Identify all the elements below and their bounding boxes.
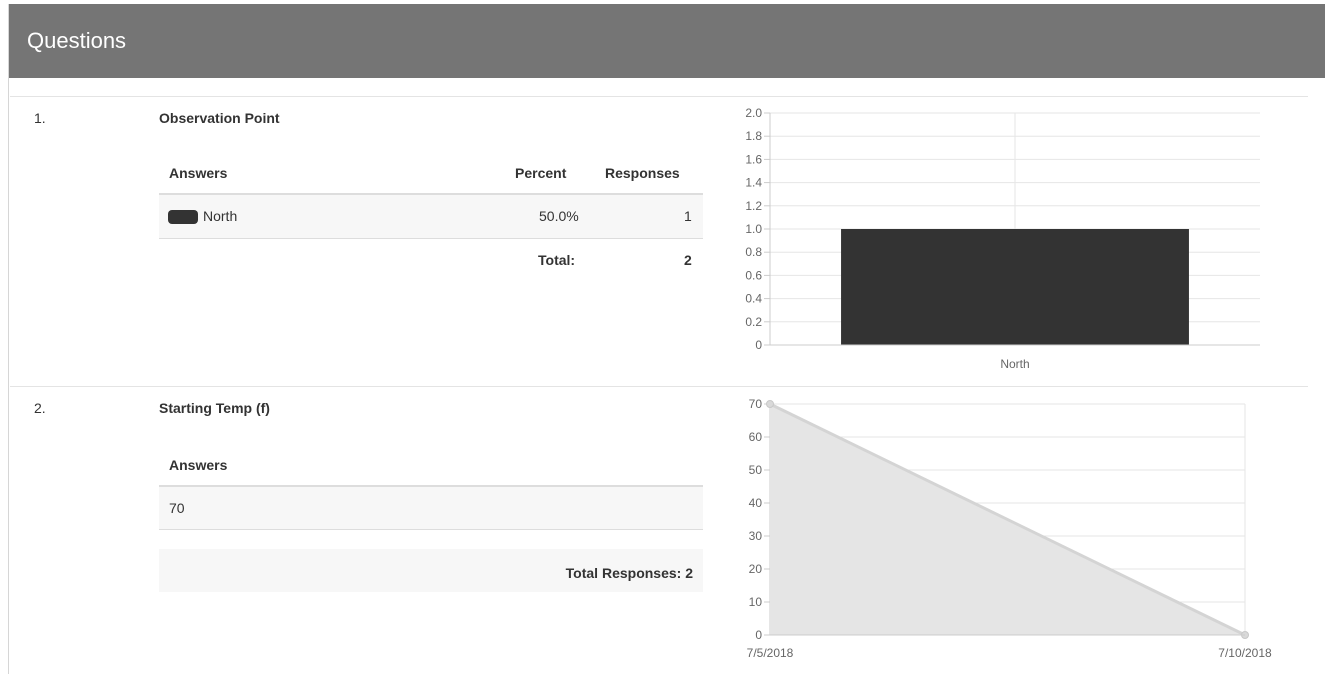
data-point xyxy=(766,400,774,408)
table-row: 70 xyxy=(159,487,703,529)
observation-point-bar-chart: 0 0.2 0.4 0.6 0.8 1.0 1.2 1.4 1.6 1.8 2.0 North xyxy=(745,106,1260,371)
question-title: Observation Point xyxy=(159,110,280,126)
table-row-border xyxy=(159,238,703,239)
panel-header: Questions xyxy=(9,4,1325,78)
question-title: Starting Temp (f) xyxy=(159,400,270,416)
y-tick-label: 0.2 xyxy=(745,315,762,329)
y-tick-label: 70 xyxy=(749,397,763,411)
y-tick-label: 0.8 xyxy=(745,245,762,259)
column-header-percent[interactable]: Percent xyxy=(515,165,566,181)
y-tick-label: 0 xyxy=(755,338,762,352)
table-row-border xyxy=(159,529,703,530)
y-tick-label: 0.4 xyxy=(745,292,762,306)
question-number: 2. xyxy=(34,400,46,416)
x-tick-label: North xyxy=(1000,357,1029,371)
question-number: 1. xyxy=(34,110,46,126)
y-tick-label: 20 xyxy=(749,562,763,576)
y-tick-label: 10 xyxy=(749,595,763,609)
y-tick-label: 0 xyxy=(755,628,762,642)
total-value: 2 xyxy=(684,252,692,268)
column-header-responses[interactable]: Responses xyxy=(605,165,680,181)
y-tick-label: 1.6 xyxy=(745,152,762,166)
total-responses-label: Total Responses: 2 xyxy=(565,565,693,581)
y-tick-label: 2.0 xyxy=(745,106,762,120)
question-divider xyxy=(10,386,1308,387)
question-divider xyxy=(10,96,1308,97)
y-tick-label: 40 xyxy=(749,496,763,510)
y-tick-label: 1.2 xyxy=(745,199,762,213)
answer-responses: 1 xyxy=(684,208,692,224)
answer-value: 70 xyxy=(169,500,185,516)
y-tick-label: 1.8 xyxy=(745,129,762,143)
y-tick-label: 1.0 xyxy=(745,222,762,236)
panel-title: Questions xyxy=(27,28,127,53)
column-header-answers[interactable]: Answers xyxy=(169,457,227,473)
column-header-answers[interactable]: Answers xyxy=(169,165,227,181)
table-footer: Total Responses: 2 xyxy=(159,549,703,592)
legend-swatch xyxy=(168,210,198,224)
x-tick-label: 7/10/2018 xyxy=(1218,646,1272,660)
answer-label: North xyxy=(203,208,238,224)
y-tick-label: 60 xyxy=(749,430,763,444)
bar xyxy=(841,229,1189,345)
total-label: Total: xyxy=(538,252,576,268)
y-tick-label: 1.4 xyxy=(745,176,762,190)
y-tick-label: 50 xyxy=(749,463,763,477)
y-tick-label: 0.6 xyxy=(745,268,762,282)
table-row: North 50.0% 1 xyxy=(159,195,703,238)
answer-percent: 50.0% xyxy=(539,208,579,224)
x-tick-label: 7/5/2018 xyxy=(747,646,794,660)
starting-temp-area-chart: 0 10 20 30 40 50 60 70 7/5/2018 7/10/2018 xyxy=(747,397,1272,660)
y-tick-label: 30 xyxy=(749,529,763,543)
